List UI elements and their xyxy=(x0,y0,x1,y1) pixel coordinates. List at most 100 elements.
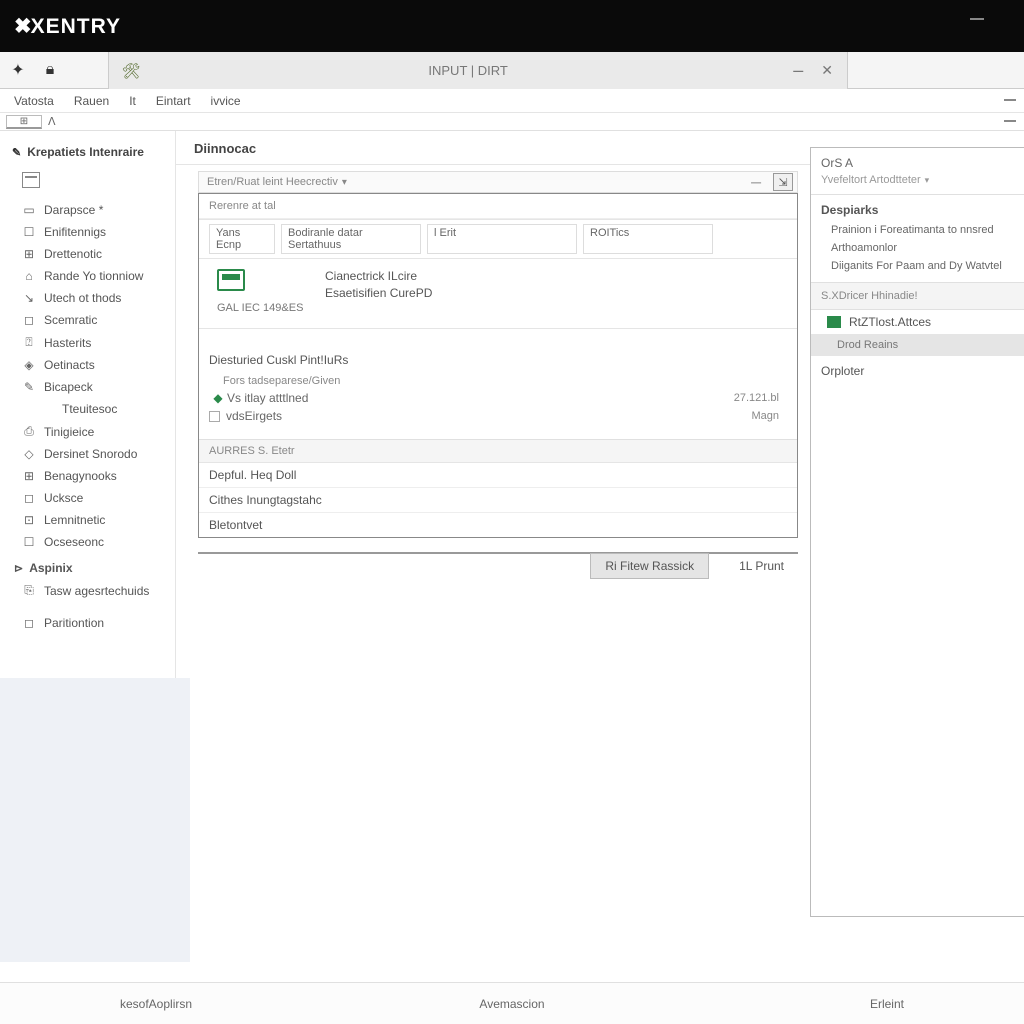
content-header: Diinnocac xyxy=(176,131,810,165)
sidebar-item[interactable]: ↘Utech ot thods xyxy=(0,287,175,309)
device-icon-column: GAL IEC 149&ES xyxy=(209,269,309,314)
sidebar-item[interactable]: ◻Paritiontion xyxy=(0,612,175,634)
filter-action-button[interactable]: ⇲ xyxy=(773,173,793,191)
sidebar-item[interactable]: ▭Darapsce * xyxy=(0,199,175,221)
rp-item[interactable]: Prainion i Foreatimanta to nnsred xyxy=(811,221,1024,239)
info-icon: ⍰ xyxy=(22,335,36,350)
footer: kesofAoplirsn Avemascion Erleint xyxy=(0,982,1024,1024)
menu-minimize-icon[interactable] xyxy=(1004,99,1016,101)
box-icon: ◻ xyxy=(22,313,36,327)
device-row: GAL IEC 149&ES Cianectrick ILcire Esaeti… xyxy=(199,259,797,320)
rp-item[interactable]: Diiganits For Paam and Dy Watvtel xyxy=(811,257,1024,282)
secondary-button[interactable]: 1L Prunt xyxy=(725,554,798,578)
right-panel: OrS A Yvefeltort Artodtteter ▾ Despiarks… xyxy=(810,147,1024,917)
diamond-icon: ◈ xyxy=(22,358,36,372)
collapse-icon[interactable]: ─ xyxy=(751,174,761,190)
sidebar-item[interactable]: Tteuitesoc xyxy=(0,398,175,420)
device-icon xyxy=(217,269,245,291)
col-header[interactable]: Yans Ecnp xyxy=(209,224,275,254)
device-text-column: Cianectrick ILcire Esaetisifien CurePD xyxy=(325,269,787,300)
expand-icon: ⊳ xyxy=(14,563,23,575)
sidebar-item[interactable]: ✎Bicapeck xyxy=(0,376,175,398)
action-item[interactable]: Cithes Inungtagstahc xyxy=(199,488,797,513)
box-icon: ▭ xyxy=(22,203,36,217)
tool-button[interactable]: ⊞ xyxy=(6,115,42,129)
checklist-title: Diesturied Cuskl Pint!IuRs xyxy=(199,343,797,373)
window-minimize-icon[interactable] xyxy=(970,18,984,20)
sidebar-item[interactable]: ⊞Drettenotic xyxy=(0,243,175,265)
menu-bar: Vatosta Rauen It Eintart ivvice xyxy=(0,89,1024,113)
checklist-item[interactable]: vdsEirgets Magn xyxy=(199,407,797,425)
app-logo: ✖XENTRY xyxy=(14,14,121,39)
title-bar: ✖XENTRY xyxy=(0,0,1024,52)
menu-item[interactable]: ivvice xyxy=(201,94,251,108)
status-icon xyxy=(827,316,841,328)
sidebar-item[interactable]: ⌂Rande Yo tionniow xyxy=(0,265,175,287)
device-line2: Esaetisifien CurePD xyxy=(325,286,787,300)
col-header[interactable]: ROITics xyxy=(583,224,713,254)
footer-left[interactable]: kesofAoplirsn xyxy=(0,997,281,1011)
filter-bar[interactable]: Etren/Ruat leint Heecrectiv ▾ ─ ⇲ xyxy=(198,171,798,193)
box-icon: ⊡ xyxy=(22,513,36,527)
menu-item[interactable]: Rauen xyxy=(64,94,119,108)
rp-item[interactable]: Arthoamonlor xyxy=(811,239,1024,257)
sidebar-item[interactable]: ⊡Lemnitnetic xyxy=(0,509,175,531)
box-icon: ◻ xyxy=(22,491,36,505)
rp-sub[interactable]: Yvefeltort Artodtteter ▾ xyxy=(811,172,1024,194)
plus-icon[interactable]: ✦ xyxy=(8,60,28,80)
sidebar-item[interactable]: ⍰Hasterits xyxy=(0,331,175,354)
rp-test-item-selected[interactable]: Drod Reains xyxy=(811,334,1024,356)
menu-item[interactable]: It xyxy=(119,94,146,108)
sidebar-item[interactable]: ⎙Tinigieice xyxy=(0,420,175,443)
sidebar-title: ✎ Krepatiets Intenraire xyxy=(0,139,175,169)
secondary-toolbar: ✦ 🔒︎ 🛠︎ INPUT | DIRT – ✕ xyxy=(0,52,1024,89)
blank-region xyxy=(0,678,190,962)
chevron-up-icon[interactable]: ᐱ xyxy=(48,115,56,128)
sidebar-item[interactable]: ◇Dersinet Snorodo xyxy=(0,443,175,465)
rp-title: OrS A xyxy=(811,148,1024,172)
footer-right[interactable]: Erleint xyxy=(743,997,1024,1011)
sidebar-item[interactable]: ⎘Tasw agesrtechuids xyxy=(0,579,175,602)
column-headers: Yans Ecnp Bodiranle datar Sertathuus l E… xyxy=(199,219,797,259)
tab-minimize-icon[interactable]: – xyxy=(793,60,803,81)
action-item[interactable]: Depful. Heq Doll xyxy=(199,463,797,488)
document-tab[interactable]: 🛠︎ INPUT | DIRT – ✕ xyxy=(108,52,848,89)
checklist-item[interactable]: ◆ Vs itlay atttlned 27.121.bl xyxy=(199,389,797,407)
sidebar-item[interactable]: ☐Enifitennigs xyxy=(0,221,175,243)
tab-close-icon[interactable]: ✕ xyxy=(821,62,833,79)
menu-item[interactable]: Eintart xyxy=(146,94,201,108)
arrow-icon: ✎ xyxy=(12,146,21,159)
checklist-value: 27.121.bl xyxy=(734,392,787,404)
actions-header: AURRES S. Etetr xyxy=(199,440,797,463)
action-item[interactable]: Bletontvet xyxy=(199,513,797,537)
chevron-down-icon: ▾ xyxy=(925,175,930,186)
col-header[interactable]: l Erit xyxy=(427,224,577,254)
row-minimize-icon[interactable] xyxy=(1004,120,1016,122)
box-icon: ☐ xyxy=(22,225,36,239)
home-icon: ⌂ xyxy=(22,269,36,283)
rp-label: Orploter xyxy=(811,356,1024,386)
arrow-icon: ↘ xyxy=(22,291,36,305)
grid-icon: ⊞ xyxy=(22,469,36,483)
rp-info-section: OrS A Yvefeltort Artodtteter ▾ xyxy=(811,148,1024,195)
col-header[interactable]: Bodiranle datar Sertathuus xyxy=(281,224,421,254)
print-icon: ⎙ xyxy=(22,424,36,439)
checkbox-icon[interactable] xyxy=(209,411,220,422)
primary-button[interactable]: Ri Fitew Rassick xyxy=(590,553,709,579)
sidebar-item[interactable]: ☐Ocseseonc xyxy=(0,531,175,553)
sidebar-item[interactable]: ◈Oetinacts xyxy=(0,354,175,376)
button-row: Ri Fitew Rassick 1L Prunt xyxy=(198,552,798,580)
sidebar-item[interactable]: ◻Ucksce xyxy=(0,487,175,509)
footer-mid[interactable]: Avemascion xyxy=(281,997,742,1011)
filter-label: Etren/Ruat leint Heecrectiv xyxy=(207,176,338,188)
rp-heading: Despiarks xyxy=(811,195,1024,221)
sidebar-doc-icon[interactable] xyxy=(0,169,175,199)
sidebar-item[interactable]: ⊞Benagynooks xyxy=(0,465,175,487)
sidebar-item[interactable]: ◻Scemratic xyxy=(0,309,175,331)
rp-test-item[interactable]: RtZTlost.Attces xyxy=(811,310,1024,334)
device-code: GAL IEC 149&ES xyxy=(217,302,309,314)
lock-icon[interactable]: 🔒︎ xyxy=(40,60,60,80)
menu-item[interactable]: Vatosta xyxy=(4,94,64,108)
content-main: Diinnocac Etren/Ruat leint Heecrectiv ▾ … xyxy=(176,131,810,961)
content-area: Diinnocac Etren/Ruat leint Heecrectiv ▾ … xyxy=(176,131,1024,961)
